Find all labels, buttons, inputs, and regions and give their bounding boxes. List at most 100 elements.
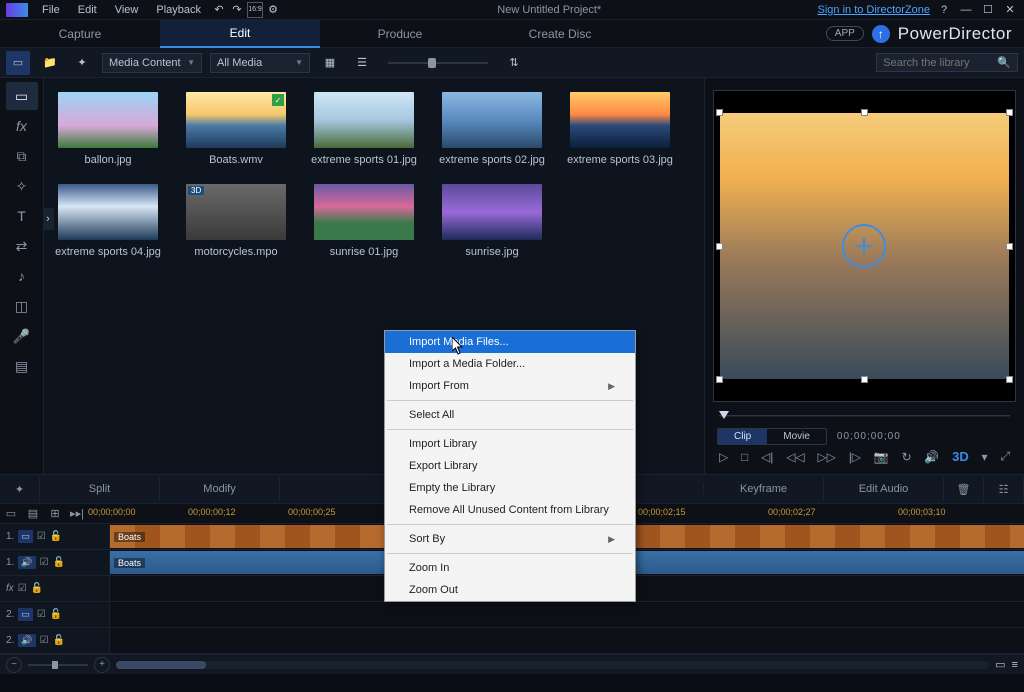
media-room-btn[interactable]: ▭ xyxy=(6,82,38,110)
subtitle-room-btn[interactable]: ▤ xyxy=(6,352,38,380)
clip-mode[interactable]: Clip xyxy=(718,429,767,444)
ctx-empty-library[interactable]: Empty the Library xyxy=(385,477,635,499)
preview-image[interactable] xyxy=(720,113,1009,380)
thumb-image[interactable]: ✓ xyxy=(186,92,286,148)
search-icon[interactable]: 🔍 xyxy=(997,56,1011,69)
list-view-icon[interactable]: ☰ xyxy=(350,51,374,75)
resize-handle[interactable] xyxy=(716,376,723,383)
menu-edit[interactable]: Edit xyxy=(70,2,105,18)
keyframe-btn[interactable]: Keyframe xyxy=(704,477,824,501)
preview-mode-toggle[interactable]: Clip Movie xyxy=(717,428,827,445)
tab-edit[interactable]: Edit xyxy=(160,20,320,48)
minimize-icon[interactable]: — xyxy=(958,2,974,18)
resize-handle[interactable] xyxy=(1006,376,1013,383)
resize-handle[interactable] xyxy=(1006,109,1013,116)
tab-produce[interactable]: Produce xyxy=(320,21,480,47)
thumb-size-slider[interactable] xyxy=(388,62,488,64)
tab-create-disc[interactable]: Create Disc xyxy=(480,21,640,47)
magic-tools-btn[interactable]: ✦ xyxy=(0,477,40,502)
media-content-dropdown[interactable]: Media Content▼ xyxy=(102,53,202,73)
play-icon[interactable]: ▷ xyxy=(719,450,728,464)
fx-room-btn[interactable]: fx xyxy=(6,112,38,140)
visibility-icon[interactable]: ☑ xyxy=(37,531,46,542)
edit-audio-btn[interactable]: Edit Audio xyxy=(824,477,944,501)
preview-canvas[interactable] xyxy=(713,90,1016,402)
visibility-icon[interactable]: ☑ xyxy=(40,557,49,568)
library-search[interactable]: 🔍 xyxy=(876,53,1018,72)
modify-btn[interactable]: Modify xyxy=(160,477,280,501)
voice-room-btn[interactable]: 🎤 xyxy=(6,322,38,350)
signin-link[interactable]: Sign in to DirectorZone xyxy=(818,4,931,16)
snapshot-icon[interactable]: 📷 xyxy=(874,450,889,464)
stop-icon[interactable]: □ xyxy=(741,450,748,464)
zoom-slider[interactable] xyxy=(28,664,88,666)
sort-icon[interactable]: ⇅ xyxy=(502,51,526,75)
media-thumb[interactable]: extreme sports 02.jpg xyxy=(442,92,542,166)
thumb-image[interactable] xyxy=(58,184,158,240)
media-thumb[interactable]: ballon.jpg xyxy=(58,92,158,166)
pip-room-btn[interactable]: ⧉ xyxy=(6,142,38,170)
settings-icon[interactable]: ⚙ xyxy=(265,2,281,18)
3d-icon[interactable]: 3D xyxy=(952,449,969,464)
ctx-select-all[interactable]: Select All xyxy=(385,404,635,426)
media-thumb[interactable]: sunrise 01.jpg xyxy=(314,184,414,258)
transition-room-btn[interactable]: ⇄ xyxy=(6,232,38,260)
grid-view-icon[interactable]: ▦ xyxy=(318,51,342,75)
ctx-import-library[interactable]: Import Library xyxy=(385,433,635,455)
resize-handle[interactable] xyxy=(861,376,868,383)
media-thumb[interactable]: extreme sports 03.jpg xyxy=(570,92,670,166)
thumb-image[interactable] xyxy=(442,92,542,148)
resize-handle[interactable] xyxy=(1006,243,1013,250)
split-btn[interactable]: Split xyxy=(40,477,160,501)
thumb-image[interactable] xyxy=(570,92,670,148)
track-video-2[interactable]: 2.▭☑🔓 xyxy=(0,602,1024,628)
prev-frame-icon[interactable]: ◁| xyxy=(761,450,773,464)
plugin-icon[interactable]: ✦ xyxy=(70,51,94,75)
track-manager-icon[interactable]: ≡ xyxy=(1012,659,1018,671)
timeline-view1-icon[interactable]: ▭ xyxy=(0,505,22,523)
help-icon[interactable]: ? xyxy=(936,2,952,18)
media-thumb[interactable]: extreme sports 01.jpg xyxy=(314,92,414,166)
ctx-import-from[interactable]: Import From▶ xyxy=(385,375,635,397)
media-thumb[interactable]: 3Dmotorcycles.mpo xyxy=(186,184,286,258)
lock-icon[interactable]: 🔓 xyxy=(53,557,65,568)
thumb-image[interactable] xyxy=(58,92,158,148)
undo-icon[interactable]: ↶ xyxy=(211,2,227,18)
aspect-icon[interactable]: 16:9 xyxy=(247,2,263,18)
all-media-dropdown[interactable]: All Media▼ xyxy=(210,53,310,73)
zoom-out-icon[interactable]: − xyxy=(6,657,22,673)
search-input[interactable] xyxy=(883,57,993,69)
close-icon[interactable]: ✕ xyxy=(1002,2,1018,18)
media-thumb[interactable]: extreme sports 04.jpg xyxy=(58,184,158,258)
ctx-remove-unused[interactable]: Remove All Unused Content from Library xyxy=(385,499,635,521)
next-icon[interactable]: ▷▷ xyxy=(817,450,835,464)
volume-icon[interactable]: 🔊 xyxy=(924,450,939,464)
particle-room-btn[interactable]: ✧ xyxy=(6,172,38,200)
track-audio-2[interactable]: 2.🔊☑🔓 xyxy=(0,628,1024,654)
visibility-icon[interactable]: ☑ xyxy=(40,635,49,646)
media-thumb[interactable]: ✓Boats.wmv xyxy=(186,92,286,166)
ctx-import-media-folder[interactable]: Import a Media Folder... xyxy=(385,353,635,375)
timeline-marker-icon[interactable]: ▸▸| xyxy=(66,505,88,523)
zoom-in-icon[interactable]: + xyxy=(94,657,110,673)
tab-capture[interactable]: Capture xyxy=(0,21,160,47)
media-thumb[interactable]: sunrise.jpg xyxy=(442,184,542,258)
timeline-snap-icon[interactable]: ⊞ xyxy=(44,505,66,523)
next-frame-icon[interactable]: |▷ xyxy=(849,450,861,464)
center-crosshair-icon[interactable] xyxy=(842,224,886,268)
redo-icon[interactable]: ↷ xyxy=(229,2,245,18)
ctx-sort-by[interactable]: Sort By▶ xyxy=(385,528,635,550)
loop-icon[interactable]: ↻ xyxy=(902,450,912,464)
ctx-zoom-in[interactable]: Zoom In xyxy=(385,557,635,579)
media-room-icon[interactable]: ▭ xyxy=(6,51,30,75)
thumb-image[interactable]: 3D xyxy=(186,184,286,240)
expand-tree-icon[interactable]: › xyxy=(44,208,54,230)
menu-view[interactable]: View xyxy=(107,2,147,18)
more-icon[interactable]: ☷ xyxy=(984,477,1024,502)
lock-icon[interactable]: 🔓 xyxy=(31,583,43,594)
title-room-btn[interactable]: T xyxy=(6,202,38,230)
lock-icon[interactable]: 🔓 xyxy=(50,609,62,620)
thumb-image[interactable] xyxy=(442,184,542,240)
audio-room-btn[interactable]: ♪ xyxy=(6,262,38,290)
resize-handle[interactable] xyxy=(716,243,723,250)
